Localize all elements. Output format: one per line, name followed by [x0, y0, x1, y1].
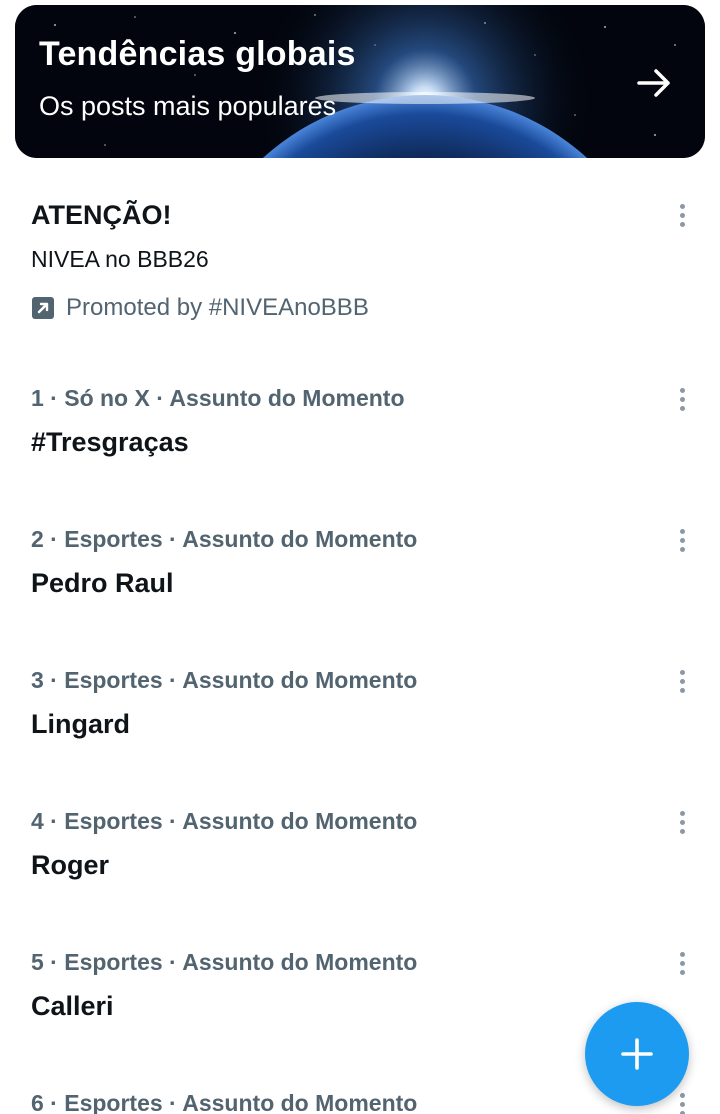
banner-subtitle: Os posts mais populares: [39, 91, 337, 121]
trend-meta: 4 · Esportes · Assunto do Momento: [31, 808, 418, 834]
trend-meta: 1 · Só no X · Assunto do Momento: [31, 385, 405, 411]
trend-name: Calleri: [31, 991, 114, 1021]
trend-name: Lingard: [31, 709, 130, 739]
more-options-icon[interactable]: [672, 529, 692, 557]
more-options-icon[interactable]: [672, 388, 692, 416]
promoted-by-line: Promoted by #NIVEAnoBBB: [31, 294, 369, 322]
trend-name: #Tresgraças: [31, 427, 189, 457]
trend-name: Pedro Raul: [31, 568, 174, 598]
trends-page: Tendências globais Os posts mais popular…: [0, 0, 720, 1114]
earth-space-image: [15, 5, 705, 158]
banner-title: Tendências globais: [39, 35, 356, 73]
promoted-by-label: Promoted by #NIVEAnoBBB: [66, 294, 369, 321]
more-options-icon[interactable]: [672, 952, 692, 980]
more-options-icon[interactable]: [672, 811, 692, 839]
trend-meta: 6 · Esportes · Assunto do Momento: [31, 1090, 418, 1114]
trend-name: Roger: [31, 850, 110, 880]
more-options-icon[interactable]: [672, 1093, 692, 1114]
trend-meta: 3 · Esportes · Assunto do Momento: [31, 667, 418, 693]
trend-meta: 2 · Esportes · Assunto do Momento: [31, 526, 418, 552]
global-trends-banner[interactable]: Tendências globais Os posts mais popular…: [15, 5, 705, 158]
promoted-arrow-icon: [32, 297, 54, 319]
promoted-description: NIVEA no BBB26: [31, 246, 209, 272]
more-options-icon[interactable]: [672, 670, 692, 698]
promoted-title: ATENÇÃO!: [31, 200, 172, 230]
compose-post-button[interactable]: [585, 1002, 689, 1106]
arrow-right-icon[interactable]: [635, 63, 675, 103]
plus-icon: [621, 1038, 653, 1070]
more-options-icon[interactable]: [672, 204, 692, 232]
trend-meta: 5 · Esportes · Assunto do Momento: [31, 949, 418, 975]
